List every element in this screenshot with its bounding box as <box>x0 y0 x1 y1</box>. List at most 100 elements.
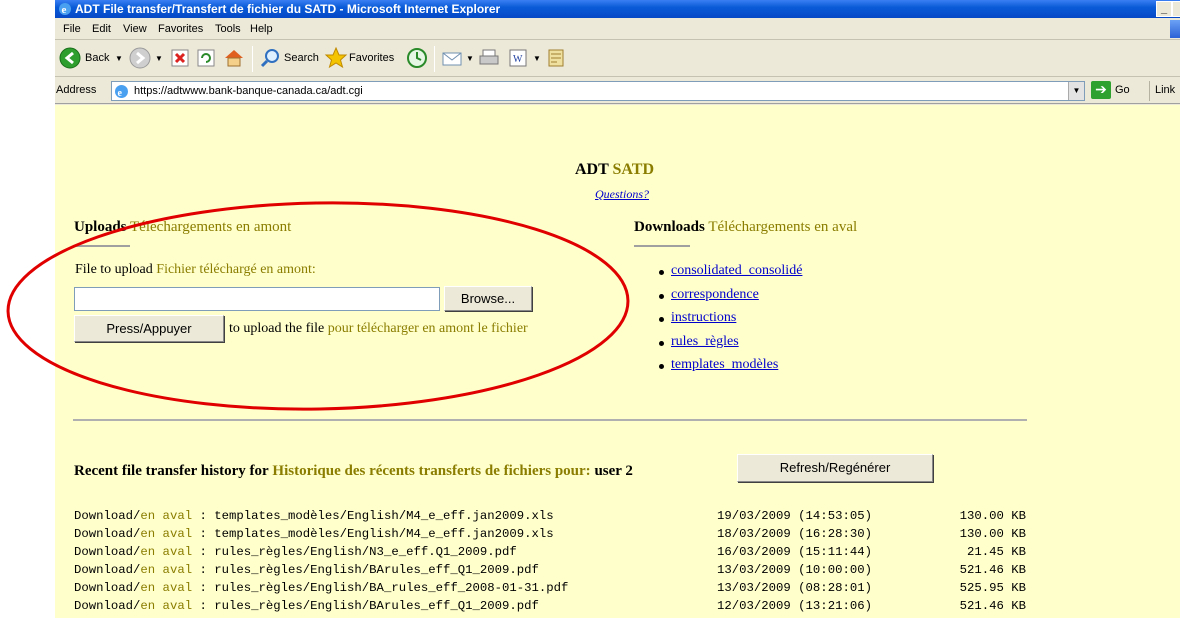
browser-window: e ADT File transfer/Transfert de fichier… <box>55 0 1180 618</box>
print-icon[interactable] <box>478 47 500 69</box>
history-list: Download/en aval : templates_modèles/Eng… <box>74 507 1034 615</box>
list-item: consolidated_consolidé <box>653 263 802 287</box>
history-path: : rules_règles/English/BArules_eff_Q1_20… <box>192 563 539 577</box>
history-date: 13/03/2009 (10:00:00) <box>717 563 872 577</box>
history-path: : rules_règles/English/BA_rules_eff_2008… <box>192 581 569 595</box>
history-row: Download/en aval : rules_règles/English/… <box>74 543 1034 561</box>
history-size: 130.00 KB <box>959 509 1026 523</box>
browse-button[interactable]: Browse... <box>444 286 532 311</box>
recent-history-label: Recent file transfer history for Histori… <box>74 463 633 480</box>
download-link-rules[interactable]: rules_règles <box>671 334 739 349</box>
downloads-list: consolidated_consolidé correspondence in… <box>653 263 802 381</box>
menu-bar: File Edit View Favorites Tools Help <box>55 18 1180 40</box>
menu-file[interactable]: File <box>63 23 81 35</box>
file-to-upload-label: File to upload Fichier téléchargé en amo… <box>75 262 316 278</box>
history-size: 21.45 KB <box>966 545 1026 559</box>
download-link-templates[interactable]: templates_modèles <box>671 357 778 372</box>
go-arrow-icon[interactable]: ➔ <box>1091 81 1111 99</box>
history-action-fr: en aval <box>140 599 193 613</box>
list-item: instructions <box>653 310 802 334</box>
home-icon[interactable] <box>223 47 245 69</box>
address-url[interactable]: https://adtwww.bank-banque-canada.ca/adt… <box>134 85 363 97</box>
menu-favorites[interactable]: Favorites <box>158 23 203 35</box>
menu-edit[interactable]: Edit <box>92 23 111 35</box>
maximize-button[interactable] <box>1172 1 1180 17</box>
stop-icon[interactable] <box>171 49 189 67</box>
history-action-fr: en aval <box>140 545 193 559</box>
research-icon[interactable] <box>545 46 567 70</box>
windows-logo-icon <box>1170 20 1180 38</box>
recent-user: user 2 <box>594 463 633 479</box>
toolbar-separator <box>434 46 435 72</box>
uploads-title-en: Uploads <box>74 219 127 235</box>
file-path-input[interactable] <box>74 287 440 311</box>
history-icon[interactable] <box>406 47 428 69</box>
history-path: : rules_règles/English/N3_e_eff.Q1_2009.… <box>192 545 517 559</box>
svg-text:e: e <box>118 88 123 99</box>
page-content: ADT SATD Questions? Uploads Téléchargeme… <box>55 105 1180 618</box>
back-button-label[interactable]: Back <box>85 52 109 64</box>
edit-dropdown-icon[interactable]: ▼ <box>533 54 541 63</box>
questions-link[interactable]: Questions? <box>595 187 649 202</box>
address-bar: Address e https://adtwww.bank-banque-can… <box>55 78 1180 104</box>
window-title: ADT File transfer/Transfert de fichier d… <box>75 2 501 16</box>
history-action-fr: en aval <box>140 527 193 541</box>
back-dropdown-icon[interactable]: ▼ <box>115 54 123 63</box>
history-path: : templates_modèles/English/M4_e_eff.jan… <box>192 509 554 523</box>
menu-view[interactable]: View <box>123 23 147 35</box>
history-row: Download/en aval : templates_modèles/Eng… <box>74 507 1034 525</box>
minimize-button[interactable]: _ <box>1156 1 1172 17</box>
refresh-icon[interactable] <box>197 49 215 67</box>
forward-arrow-icon[interactable] <box>129 47 151 69</box>
history-date: 12/03/2009 (13:21:06) <box>717 599 872 613</box>
download-link-correspondence[interactable]: correspondence <box>671 287 759 302</box>
search-icon[interactable] <box>259 47 281 69</box>
menu-help[interactable]: Help <box>250 23 273 35</box>
history-action-en: Download/ <box>74 599 141 613</box>
refresh-button[interactable]: Refresh/Regénérer <box>737 454 933 482</box>
history-row: Download/en aval : rules_règles/English/… <box>74 597 1034 615</box>
history-size: 521.46 KB <box>959 563 1026 577</box>
file-label-fr: Fichier téléchargé en amont: <box>156 262 316 277</box>
history-action-en: Download/ <box>74 581 141 595</box>
upload-submit-button[interactable]: Press/Appuyer <box>74 315 224 342</box>
downloads-title-en: Downloads <box>634 219 705 235</box>
favorites-button-label[interactable]: Favorites <box>349 52 394 64</box>
links-label[interactable]: Link <box>1155 84 1175 96</box>
uploads-title: Uploads Téléchargements en amont <box>74 219 291 236</box>
uploads-rule <box>74 245 130 247</box>
history-date: 13/03/2009 (08:28:01) <box>717 581 872 595</box>
back-arrow-icon[interactable] <box>59 47 81 69</box>
mail-dropdown-icon[interactable]: ▼ <box>466 54 474 63</box>
downloads-rule <box>634 245 690 247</box>
title-bar: e ADT File transfer/Transfert de fichier… <box>55 0 1180 18</box>
address-field[interactable]: e https://adtwww.bank-banque-canada.ca/a… <box>111 81 1085 101</box>
downloads-title-fr: Téléchargements en aval <box>708 219 858 235</box>
history-date: 19/03/2009 (14:53:05) <box>717 509 872 523</box>
history-action-en: Download/ <box>74 545 141 559</box>
search-button-label[interactable]: Search <box>284 52 319 64</box>
internet-explorer-icon: e <box>59 3 71 16</box>
download-link-consolidated[interactable]: consolidated_consolidé <box>671 263 802 278</box>
svg-text:e: e <box>62 4 67 16</box>
history-action-en: Download/ <box>74 509 141 523</box>
history-row: Download/en aval : templates_modèles/Eng… <box>74 525 1034 543</box>
go-button-label[interactable]: Go <box>1115 84 1130 96</box>
history-path: : templates_modèles/English/M4_e_eff.jan… <box>192 527 554 541</box>
list-item: correspondence <box>653 287 802 311</box>
header-fr: SATD <box>612 161 655 178</box>
history-date: 18/03/2009 (16:28:30) <box>717 527 872 541</box>
toolbar: Back ▼ ▼ Search Favorites ▼ W ▼ <box>55 41 1180 77</box>
history-action-fr: en aval <box>140 509 193 523</box>
list-item: templates_modèles <box>653 357 802 381</box>
address-label: Address <box>56 84 97 96</box>
favorites-star-icon[interactable] <box>324 46 348 70</box>
page-header: ADT SATD <box>575 161 654 179</box>
list-item: rules_règles <box>653 334 802 358</box>
address-dropdown-icon[interactable]: ▼ <box>1068 82 1084 100</box>
download-link-instructions[interactable]: instructions <box>671 310 736 325</box>
edit-word-icon[interactable]: W <box>508 48 528 68</box>
mail-icon[interactable] <box>441 47 463 69</box>
menu-tools[interactable]: Tools <box>215 23 241 35</box>
forward-dropdown-icon[interactable]: ▼ <box>155 54 163 63</box>
